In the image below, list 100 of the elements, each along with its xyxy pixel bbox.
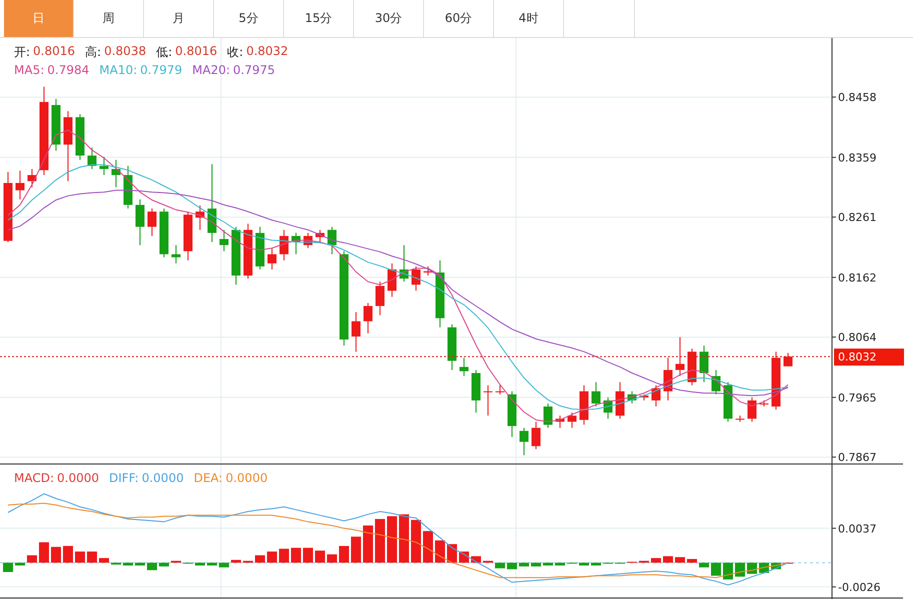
candlestick xyxy=(748,396,756,422)
histogram-bar xyxy=(555,562,565,566)
candlestick xyxy=(568,412,576,428)
legend-label: MA20: xyxy=(192,63,230,77)
histogram-bar xyxy=(315,550,325,563)
histogram-bar xyxy=(435,540,445,563)
histogram-bar xyxy=(195,562,205,566)
histogram-bar xyxy=(363,525,373,563)
candlestick xyxy=(88,147,96,170)
histogram-bar xyxy=(135,562,145,566)
legend-label: 高: xyxy=(85,44,102,61)
candlestick xyxy=(136,198,144,246)
histogram-bar xyxy=(171,560,181,563)
legend-label: 收: xyxy=(227,44,244,61)
histogram-bar xyxy=(675,557,685,563)
histogram-bar xyxy=(747,562,757,574)
candlestick xyxy=(760,400,768,408)
candlestick xyxy=(484,384,492,416)
legend-value: 0.0000 xyxy=(226,471,268,485)
histogram-bar xyxy=(663,556,673,563)
candlestick xyxy=(688,348,696,386)
legend-value: 0.0000 xyxy=(142,471,184,485)
legend-label: DIFF: xyxy=(109,471,139,485)
candlestick xyxy=(556,415,564,428)
axis-tick-label: 0.8064 xyxy=(832,331,876,344)
histogram-bar xyxy=(87,552,97,563)
candlestick xyxy=(28,168,36,188)
candlestick xyxy=(124,165,132,210)
candlestick xyxy=(640,394,648,401)
candlestick xyxy=(148,208,156,236)
candlestick xyxy=(652,384,660,408)
histogram-bar xyxy=(159,562,169,566)
candlestick xyxy=(616,382,624,420)
candlestick xyxy=(256,226,264,270)
legend-value: 0.8032 xyxy=(246,44,288,60)
histogram-bar xyxy=(267,552,277,563)
last-price-tag xyxy=(834,348,904,366)
histogram-bar xyxy=(243,560,253,563)
axis-tick-label: 0.7867 xyxy=(832,451,876,464)
candlestick xyxy=(772,351,780,410)
histogram-bar xyxy=(735,562,745,577)
candlestick xyxy=(412,266,420,292)
candlestick xyxy=(16,170,24,200)
legend-value: 0.7984 xyxy=(47,63,90,77)
candlestick xyxy=(328,226,336,255)
histogram-bar xyxy=(99,558,109,563)
last-price-label: 0.8032 xyxy=(838,350,876,364)
histogram-bar xyxy=(51,546,61,563)
histogram-bar xyxy=(327,554,337,563)
candlestick xyxy=(508,390,516,438)
histogram-bar xyxy=(75,552,85,563)
histogram-bar xyxy=(111,562,121,565)
histogram-bar xyxy=(711,562,721,576)
candlestick xyxy=(580,384,588,426)
legend-label: 低: xyxy=(156,44,172,61)
candlestick xyxy=(676,336,684,377)
histogram-bar xyxy=(351,536,361,563)
candlestick xyxy=(712,369,720,395)
candlestick xyxy=(448,324,456,370)
candlestick xyxy=(364,302,372,334)
candlestick xyxy=(388,262,396,298)
histogram-bar xyxy=(639,560,649,563)
candlestick xyxy=(436,260,444,328)
candlestick xyxy=(304,232,312,249)
histogram-bar xyxy=(507,562,517,570)
histogram-bar xyxy=(699,562,709,568)
candlestick xyxy=(100,156,108,176)
histogram-bar xyxy=(27,555,37,563)
candlestick xyxy=(592,382,600,408)
legend-label: DEA: xyxy=(194,471,223,485)
candlestick xyxy=(112,159,120,188)
histogram-bar xyxy=(291,548,301,563)
candlestick xyxy=(784,352,792,367)
candlestick xyxy=(400,244,408,282)
histogram-bar xyxy=(531,562,541,566)
candlestick xyxy=(604,396,612,420)
histogram-bar xyxy=(279,548,289,563)
candlestick xyxy=(472,369,480,414)
histogram-bar xyxy=(207,562,217,566)
candlestick xyxy=(76,114,84,160)
histogram-bar xyxy=(543,562,553,566)
candlestick xyxy=(4,172,12,243)
candlestick xyxy=(64,110,72,182)
histogram-bar xyxy=(399,514,409,563)
candlestick xyxy=(220,229,228,252)
legend-value: 0.7975 xyxy=(233,63,275,77)
candlestick xyxy=(316,229,324,243)
candlestick xyxy=(424,266,432,276)
legend-value: 0.8016 xyxy=(33,44,76,60)
histogram-bar xyxy=(495,562,505,568)
candlestick xyxy=(160,208,168,258)
candlestick xyxy=(544,402,552,428)
candlestick xyxy=(496,384,504,395)
histogram-bar xyxy=(339,546,349,563)
candlestick xyxy=(232,226,240,286)
candlestick xyxy=(352,312,360,352)
histogram-bar xyxy=(579,562,589,566)
histogram-bar xyxy=(687,558,697,563)
candlestick xyxy=(172,244,180,264)
histogram-bar xyxy=(483,560,493,563)
